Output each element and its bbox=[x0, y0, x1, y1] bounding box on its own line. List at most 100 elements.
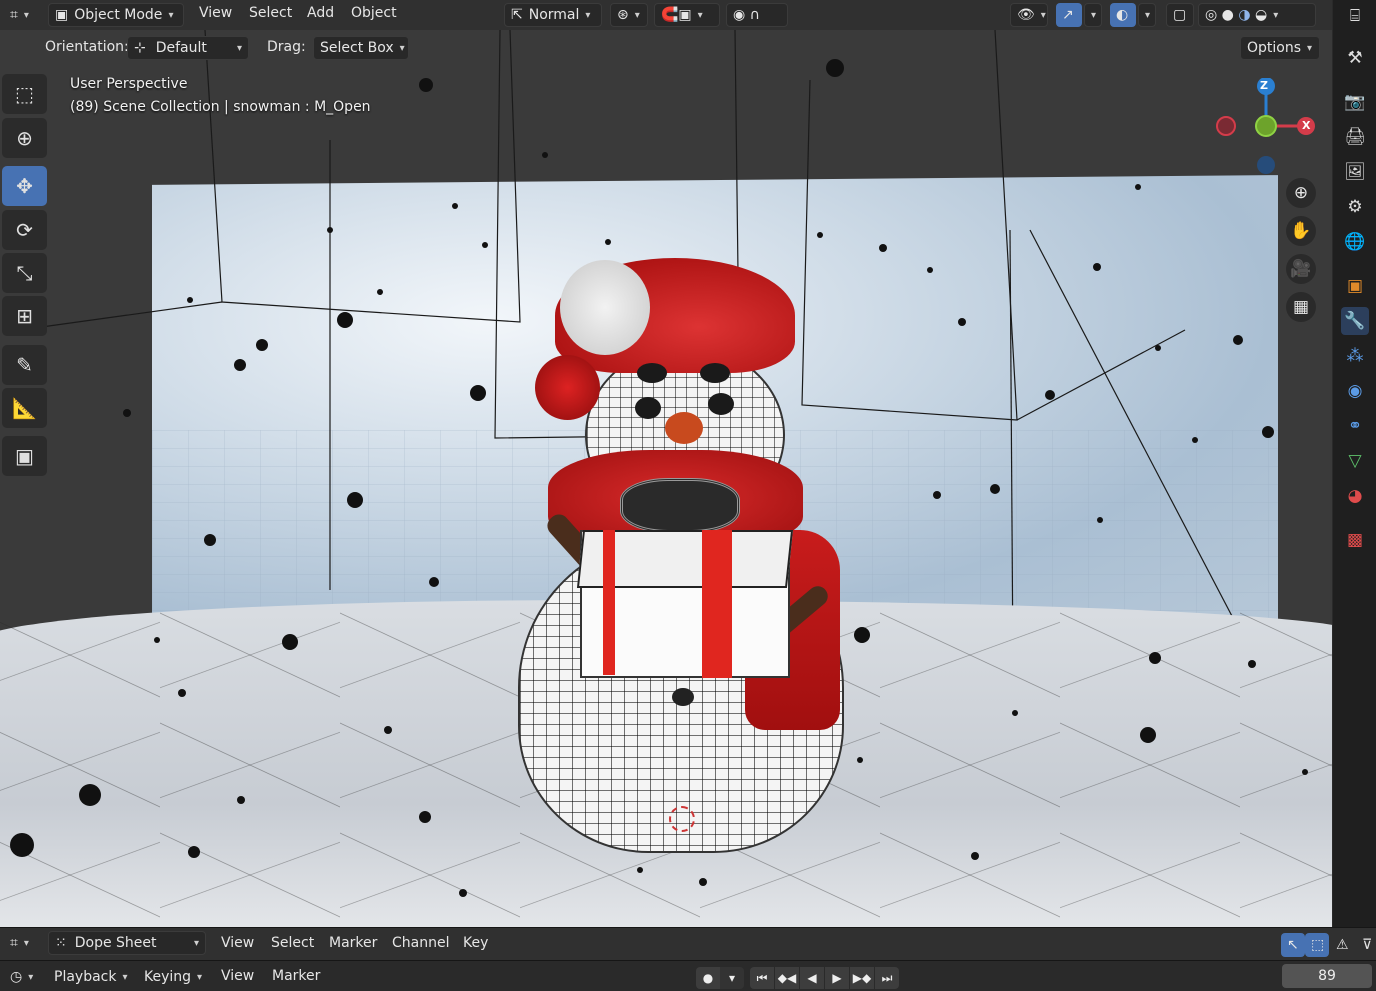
particles-icon[interactable]: ⁂ bbox=[1341, 342, 1369, 370]
record-dropdown-icon[interactable]: ▾ bbox=[720, 967, 744, 989]
zoom-icon[interactable]: ⊕ bbox=[1286, 178, 1316, 208]
add-cube-tool-icon[interactable]: ▣ bbox=[2, 436, 47, 476]
dopesheet-menu-view[interactable]: View bbox=[221, 935, 254, 951]
only-errors-icon[interactable]: ⚠ bbox=[1330, 933, 1354, 957]
xray-icon[interactable]: ▢ bbox=[1166, 3, 1194, 27]
options-label: Options bbox=[1247, 40, 1302, 56]
proportional-edit-icon[interactable]: ◉ ∩ bbox=[726, 3, 788, 27]
dopesheet-mode-label: Dope Sheet bbox=[74, 935, 157, 951]
move-tool-icon[interactable]: ✥ bbox=[2, 166, 47, 206]
drag-label: Drag: bbox=[267, 39, 306, 55]
orientation-dropdown[interactable]: ⊹ Default ▾ bbox=[127, 36, 249, 60]
filter-icon[interactable]: ⊽ bbox=[1356, 933, 1376, 957]
dopesheet-menu-channel[interactable]: Channel bbox=[392, 935, 449, 951]
snap-icon[interactable]: 🧲▣ ▾ bbox=[654, 3, 720, 27]
orientation-label: Orientation: bbox=[45, 39, 129, 55]
render-properties-icon[interactable]: 📷 bbox=[1341, 88, 1369, 116]
overlays-toggle-icon[interactable]: ◐ bbox=[1110, 3, 1136, 27]
timeline-editor-type-icon[interactable]: ◷ ▾ bbox=[4, 965, 40, 989]
output-properties-icon[interactable]: 🖨 bbox=[1341, 123, 1369, 151]
dopesheet-icon: ⁙ bbox=[55, 935, 67, 951]
transform-orientation-dropdown[interactable]: ⇱ Normal ▾ bbox=[504, 3, 602, 27]
rendered-shading-icon[interactable]: ◒ bbox=[1255, 7, 1267, 23]
overlays-dropdown-icon[interactable]: ▾ bbox=[1138, 3, 1156, 27]
dopesheet-header: ⌗ ▾ ⁙ Dope Sheet ▾ View Select Marker Chan… bbox=[0, 927, 1376, 960]
drag-dropdown[interactable]: Select Box ▾ bbox=[313, 36, 409, 60]
dopesheet-menu-select[interactable]: Select bbox=[271, 935, 314, 951]
pivot-point-icon[interactable]: ⊛ ▾ bbox=[610, 3, 648, 27]
viewport-perspective-label: User Perspective bbox=[70, 76, 188, 92]
menu-select[interactable]: Select bbox=[249, 5, 292, 21]
properties-tab-strip: ⌸ ⚒ 📷 🖨 🖼 ⚙ 🌐 ▣ 🔧 ⁂ ◉ ⚭ ▽ ◕ ▩ bbox=[1332, 0, 1376, 927]
tool-settings-icon[interactable]: ⚒ bbox=[1341, 44, 1369, 72]
camera-view-icon[interactable]: 🎥 bbox=[1286, 254, 1316, 284]
shading-mode-icons[interactable]: ◎ ● ◑ ◒ ▾ bbox=[1198, 3, 1316, 27]
menu-object[interactable]: Object bbox=[351, 5, 397, 21]
pan-hand-icon[interactable]: ✋ bbox=[1286, 216, 1316, 246]
visibility-eye-icon[interactable]: 👁 ▾ bbox=[1010, 3, 1048, 27]
dopesheet-mode-dropdown[interactable]: ⁙ Dope Sheet ▾ bbox=[48, 931, 206, 955]
gizmo-dropdown-icon[interactable]: ▾ bbox=[1084, 3, 1102, 27]
show-hidden-icon[interactable]: ⬚ bbox=[1305, 933, 1329, 957]
view-layer-icon[interactable]: 🖼 bbox=[1341, 158, 1369, 186]
options-dropdown[interactable]: Options ▾ bbox=[1240, 36, 1320, 60]
dopesheet-menu-marker[interactable]: Marker bbox=[329, 935, 377, 951]
transform-tool-icon[interactable]: ⊞ bbox=[2, 296, 47, 336]
left-toolbar: ⬚ ⊕ ✥ ⟳ ⤡ ⊞ ✎ 📐 ▣ bbox=[0, 72, 50, 482]
world-properties-icon[interactable]: 🌐 bbox=[1341, 228, 1369, 256]
orientation-gizmo-icon: ⊹ bbox=[134, 40, 146, 56]
physics-icon[interactable]: ◉ bbox=[1341, 377, 1369, 405]
current-frame-field[interactable]: 89 bbox=[1282, 964, 1372, 988]
object-properties-icon[interactable]: ▣ bbox=[1341, 272, 1369, 300]
menu-view[interactable]: View bbox=[199, 5, 232, 21]
gizmo-x-label: X bbox=[1302, 119, 1311, 132]
next-keyframe-icon[interactable]: ▶◆ bbox=[850, 967, 874, 989]
cursor-tool-icon[interactable]: ⊕ bbox=[2, 118, 47, 158]
jump-end-icon[interactable]: ⏭ bbox=[875, 967, 899, 989]
prev-keyframe-icon[interactable]: ◆◀ bbox=[775, 967, 799, 989]
drag-value: Select Box bbox=[320, 40, 394, 56]
constraints-icon[interactable]: ⚭ bbox=[1341, 412, 1369, 440]
tool-options-bar: Orientation: ⊹ Default ▾ Drag: Select Box… bbox=[0, 30, 1332, 65]
ortho-grid-icon[interactable]: ▦ bbox=[1286, 292, 1316, 322]
timeline-menu-marker[interactable]: Marker bbox=[272, 968, 320, 984]
measure-tool-icon[interactable]: 📐 bbox=[2, 388, 47, 428]
timeline-header: ◷ ▾ Playback ▾ Keying ▾ View Marker ● ▾ ⏮ ◆… bbox=[0, 960, 1376, 991]
viewport-collection-info: (89) Scene Collection | snowman : M_Open bbox=[70, 99, 371, 115]
modifier-wrench-icon[interactable]: 🔧 bbox=[1341, 307, 1369, 335]
dopesheet-menu-key[interactable]: Key bbox=[463, 935, 488, 951]
only-selected-icon[interactable]: ↖ bbox=[1281, 933, 1305, 957]
select-box-tool-icon[interactable]: ⬚ bbox=[2, 74, 47, 114]
dopesheet-editor-type-icon[interactable]: ⌗ ▾ bbox=[4, 931, 40, 955]
texture-icon[interactable]: ▩ bbox=[1341, 526, 1369, 554]
record-icon[interactable]: ● bbox=[696, 967, 720, 989]
scene-properties-icon[interactable]: ⚙ bbox=[1341, 193, 1369, 221]
timeline-menu-view[interactable]: View bbox=[221, 968, 254, 984]
mode-label: Object Mode bbox=[74, 7, 163, 23]
rotate-tool-icon[interactable]: ⟳ bbox=[2, 210, 47, 250]
annotate-tool-icon[interactable]: ✎ bbox=[2, 345, 47, 385]
keying-dropdown[interactable]: Keying ▾ bbox=[138, 965, 210, 989]
orientation-value: Default bbox=[155, 40, 207, 56]
3d-viewport[interactable]: User Perspective (89) Scene Collection |… bbox=[0, 30, 1332, 927]
navigation-gizmo[interactable] bbox=[1208, 78, 1322, 188]
material-shading-icon[interactable]: ◑ bbox=[1238, 7, 1250, 23]
keying-label: Keying bbox=[144, 969, 192, 985]
jump-start-icon[interactable]: ⏮ bbox=[750, 967, 774, 989]
snow-particles bbox=[10, 59, 1308, 897]
object-data-icon[interactable]: ▽ bbox=[1341, 447, 1369, 475]
properties-editor-icon[interactable]: ⌸ bbox=[1341, 2, 1369, 30]
playback-dropdown[interactable]: Playback ▾ bbox=[48, 965, 134, 989]
gizmo-toggle-icon[interactable]: ↗ bbox=[1056, 3, 1082, 27]
solid-shading-icon[interactable]: ● bbox=[1222, 7, 1234, 23]
mode-dropdown[interactable]: ▣ Object Mode ▾ bbox=[48, 3, 184, 27]
playback-label: Playback bbox=[54, 969, 117, 985]
play-reverse-icon[interactable]: ◀ bbox=[800, 967, 824, 989]
object-mode-icon: ▣ bbox=[55, 7, 69, 23]
editor-type-icon[interactable]: ⌗ ▾ bbox=[4, 3, 40, 27]
play-icon[interactable]: ▶ bbox=[825, 967, 849, 989]
wireframe-shading-icon[interactable]: ◎ bbox=[1205, 7, 1217, 23]
menu-add[interactable]: Add bbox=[307, 5, 334, 21]
scale-tool-icon[interactable]: ⤡ bbox=[2, 253, 47, 293]
material-icon[interactable]: ◕ bbox=[1341, 482, 1369, 510]
